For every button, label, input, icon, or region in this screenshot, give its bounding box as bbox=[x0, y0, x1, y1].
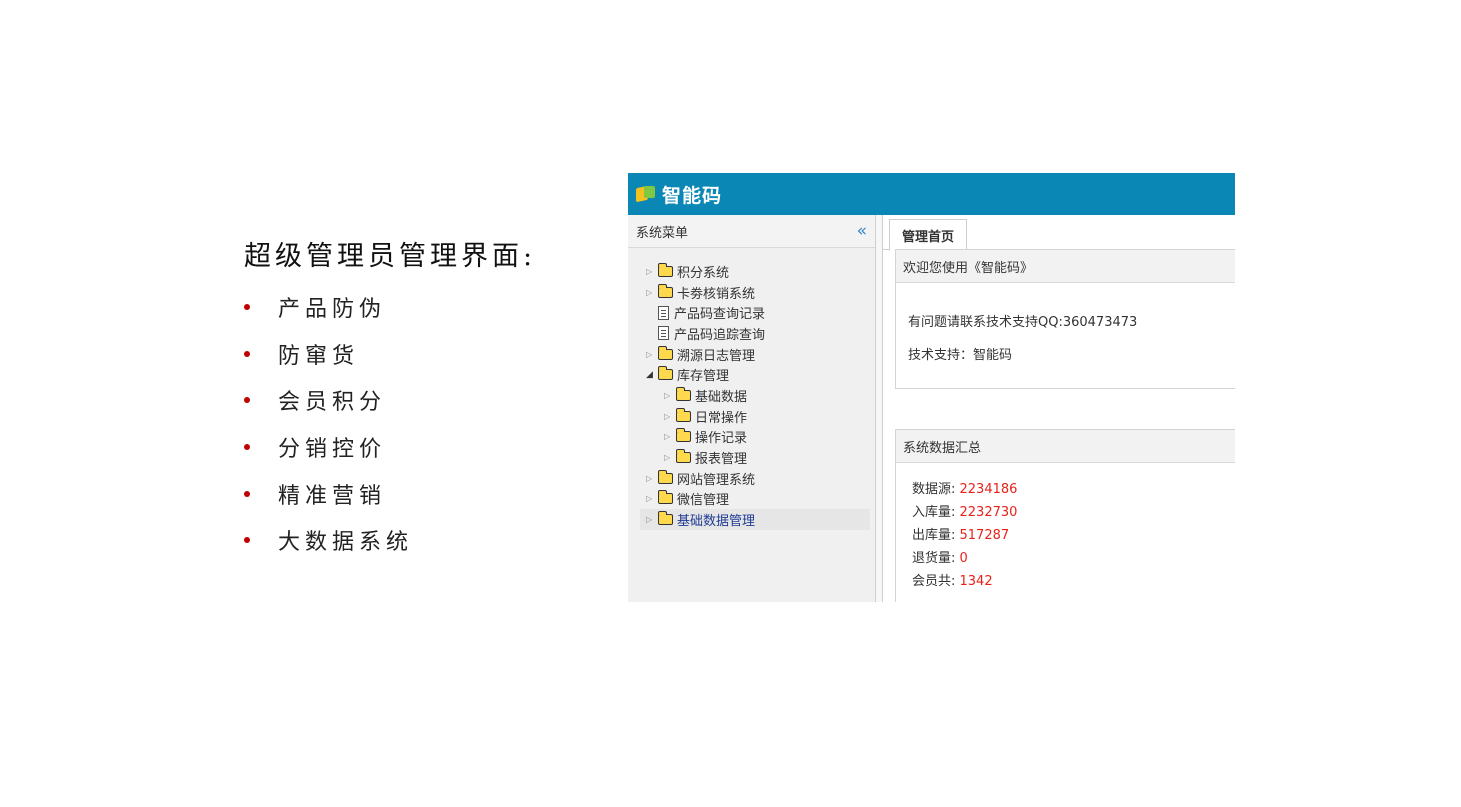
expand-arrow-icon[interactable]: ▷ bbox=[664, 453, 676, 462]
folder-icon bbox=[657, 490, 673, 505]
document-icon bbox=[658, 326, 669, 341]
tree-item-daily-ops[interactable]: ▷ 日常操作 bbox=[628, 406, 875, 427]
list-item: 大数据系统 bbox=[244, 517, 413, 564]
app-window: 智能码 系统菜单 « ▷ 积分系统 ▷ 卡劵核销系统 产品码查询记录 产品码追踪查询… bbox=[628, 173, 1235, 602]
folder-icon bbox=[657, 469, 673, 484]
bullet-icon bbox=[244, 444, 250, 451]
expand-arrow-icon[interactable]: ▷ bbox=[646, 288, 658, 297]
tree-item-op-records[interactable]: ▷ 操作记录 bbox=[628, 427, 875, 448]
expand-arrow-icon[interactable]: ▷ bbox=[664, 391, 676, 400]
tab-bar: 管理首页 bbox=[883, 215, 1235, 251]
expand-arrow-icon[interactable]: ▷ bbox=[646, 494, 658, 503]
folder-icon bbox=[657, 345, 673, 360]
list-item: 精准营销 bbox=[244, 470, 413, 517]
support-text: 技术支持：智能码 bbox=[908, 348, 1013, 363]
bullet-icon bbox=[244, 350, 250, 357]
bullet-icon bbox=[244, 490, 250, 497]
stat-value: 2232730 bbox=[959, 505, 1018, 520]
welcome-panel: 欢迎您使用《智能码》 有问题请联系技术支持QQ:360473473 技术支持：智… bbox=[895, 249, 1235, 389]
expand-arrow-icon[interactable]: ▷ bbox=[646, 474, 658, 483]
bullet-icon bbox=[244, 304, 250, 311]
list-item: 防窜货 bbox=[244, 331, 413, 378]
sidebar: 系统菜单 « ▷ 积分系统 ▷ 卡劵核销系统 产品码查询记录 产品码追踪查询 ▷ 溯源… bbox=[628, 215, 876, 602]
sidebar-header: 系统菜单 « bbox=[628, 215, 875, 248]
stat-value: 517287 bbox=[959, 528, 1010, 543]
sidebar-title: 系统菜单 bbox=[636, 225, 689, 241]
welcome-heading: 欢迎您使用《智能码》 bbox=[896, 250, 1235, 283]
stats-panel: 系统数据汇总 数据源: 2234186 入库量: 2232730 出库量: 51… bbox=[895, 429, 1235, 602]
stats-heading: 系统数据汇总 bbox=[896, 430, 1235, 463]
tree-item-base-data-mgmt[interactable]: ▷ 基础数据管理 bbox=[640, 509, 870, 530]
stat-value: 1342 bbox=[959, 574, 993, 589]
stat-row: 退货量: 0 bbox=[912, 551, 968, 566]
tree-item-code-trace[interactable]: 产品码追踪查询 bbox=[628, 323, 875, 344]
folder-open-icon bbox=[657, 366, 673, 381]
tree-item-points[interactable]: ▷ 积分系统 bbox=[628, 261, 875, 282]
expand-arrow-icon[interactable]: ▷ bbox=[646, 267, 658, 276]
folder-icon bbox=[657, 262, 673, 277]
tree-item-wechat[interactable]: ▷ 微信管理 bbox=[628, 489, 875, 510]
bullet-icon bbox=[244, 397, 250, 404]
expand-arrow-icon[interactable]: ▷ bbox=[646, 515, 658, 524]
expand-arrow-icon[interactable]: ▷ bbox=[664, 432, 676, 441]
stat-value: 2234186 bbox=[959, 482, 1018, 497]
stat-row: 入库量: 2232730 bbox=[912, 505, 1018, 520]
folder-icon bbox=[657, 283, 673, 298]
stat-row: 会员共: 1342 bbox=[912, 574, 993, 589]
tree-item-base-data[interactable]: ▷ 基础数据 bbox=[628, 385, 875, 406]
list-item: 产品防伪 bbox=[244, 284, 413, 331]
app-header: 智能码 bbox=[628, 173, 1235, 215]
tab-home[interactable]: 管理首页 bbox=[889, 219, 968, 251]
main-content: 管理首页 欢迎您使用《智能码》 有问题请联系技术支持QQ:360473473 技… bbox=[883, 215, 1235, 602]
logo-icon bbox=[636, 184, 656, 204]
bullet-icon bbox=[244, 537, 250, 544]
document-icon bbox=[658, 305, 669, 320]
tree-item-reports[interactable]: ▷ 报表管理 bbox=[628, 447, 875, 468]
folder-icon bbox=[657, 511, 673, 526]
folder-icon bbox=[675, 386, 691, 401]
support-qq-text: 有问题请联系技术支持QQ:360473473 bbox=[908, 315, 1138, 330]
list-item: 分销控价 bbox=[244, 424, 413, 471]
tree-item-website[interactable]: ▷ 网站管理系统 bbox=[628, 468, 875, 489]
app-title: 智能码 bbox=[662, 184, 723, 207]
stat-value: 0 bbox=[959, 551, 968, 566]
sidebar-splitter[interactable] bbox=[876, 215, 883, 602]
expand-arrow-icon[interactable]: ▷ bbox=[664, 412, 676, 421]
tree-item-inventory[interactable]: ◢ 库存管理 bbox=[628, 364, 875, 385]
slide-title: 超级管理员管理界面: bbox=[244, 241, 537, 272]
stat-row: 出库量: 517287 bbox=[912, 528, 1010, 543]
expand-arrow-icon[interactable]: ▷ bbox=[646, 350, 658, 359]
folder-icon bbox=[675, 449, 691, 464]
feature-list: 产品防伪 防窜货 会员积分 分销控价 精准营销 大数据系统 bbox=[244, 284, 413, 564]
folder-icon bbox=[675, 428, 691, 443]
menu-tree: ▷ 积分系统 ▷ 卡劵核销系统 产品码查询记录 产品码追踪查询 ▷ 溯源日志管理 ◢ 库… bbox=[628, 248, 875, 530]
tree-item-trace-log[interactable]: ▷ 溯源日志管理 bbox=[628, 344, 875, 365]
collapse-icon[interactable]: « bbox=[857, 221, 867, 241]
tree-item-coupon[interactable]: ▷ 卡劵核销系统 bbox=[628, 282, 875, 303]
list-item: 会员积分 bbox=[244, 377, 413, 424]
folder-icon bbox=[675, 407, 691, 422]
collapse-arrow-icon[interactable]: ◢ bbox=[646, 370, 658, 380]
tree-item-code-query[interactable]: 产品码查询记录 bbox=[628, 302, 875, 323]
stat-row: 数据源: 2234186 bbox=[912, 482, 1018, 497]
